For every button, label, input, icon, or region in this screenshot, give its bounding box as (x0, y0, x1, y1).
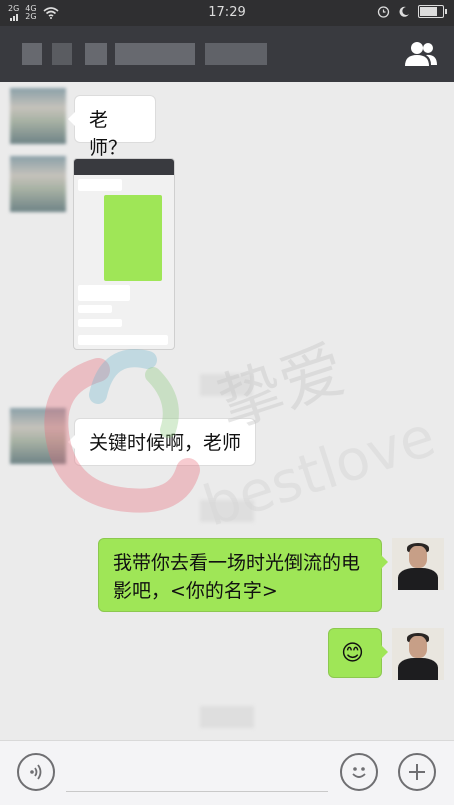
message-text: 关键时候啊，老师 (89, 432, 242, 454)
message-bubble[interactable]: 😊 (328, 628, 388, 678)
alarm-icon (377, 6, 390, 18)
timestamp-blurred (200, 500, 254, 522)
message-bubble[interactable]: 我带你去看一场时光倒流的电影吧，<你的名字> (98, 538, 388, 612)
image-topbar (74, 159, 174, 175)
add-button[interactable] (398, 753, 436, 791)
contact-avatar[interactable] (10, 88, 66, 144)
voice-icon (30, 764, 42, 780)
chat-title-bar (0, 26, 454, 82)
image-message[interactable] (73, 158, 175, 350)
image-bubble (78, 305, 112, 313)
timestamp-blurred (200, 706, 254, 728)
user-avatar[interactable] (392, 628, 444, 680)
user-avatar[interactable] (392, 538, 444, 590)
emoji: 😊 (341, 641, 364, 666)
battery-level (420, 7, 437, 16)
message-input[interactable] (66, 753, 328, 792)
voice-button[interactable] (17, 753, 55, 791)
image-input (78, 335, 168, 345)
image-bubble (78, 285, 130, 301)
message-list[interactable]: 老师？ 关键时候啊，老师 我带你去看一场时光倒流的电影吧，<你的名字> 😊 (0, 82, 454, 740)
message-text: 老师？ (89, 109, 128, 159)
message-bubble[interactable]: 老师？ (68, 95, 156, 159)
timestamp-blurred (200, 374, 252, 396)
contact-name-blurred (52, 43, 72, 65)
contact-name-blurred (85, 43, 107, 65)
message-text: 我带你去看一场时光倒流的电影吧，<你的名字> (113, 552, 361, 602)
people-icon[interactable] (404, 39, 438, 69)
contact-avatar[interactable] (10, 156, 66, 212)
image-green-bubble (104, 195, 162, 281)
contact-name-blurred (22, 43, 42, 65)
status-bar: 2G 4G 2G 17:29 (0, 0, 454, 26)
emoji-icon (352, 767, 366, 778)
emoji-button[interactable] (340, 753, 378, 791)
contact-name-blurred (205, 43, 267, 65)
battery-icon (418, 5, 447, 18)
status-icons (377, 5, 447, 18)
image-bubble (78, 179, 122, 191)
message-bubble[interactable]: 关键时候啊，老师 (68, 418, 256, 466)
contact-avatar[interactable] (10, 408, 66, 464)
image-bubble (78, 319, 122, 327)
input-bar (0, 740, 454, 805)
moon-icon (399, 6, 409, 17)
plus-icon (409, 764, 425, 780)
contact-name-blurred (115, 43, 195, 65)
